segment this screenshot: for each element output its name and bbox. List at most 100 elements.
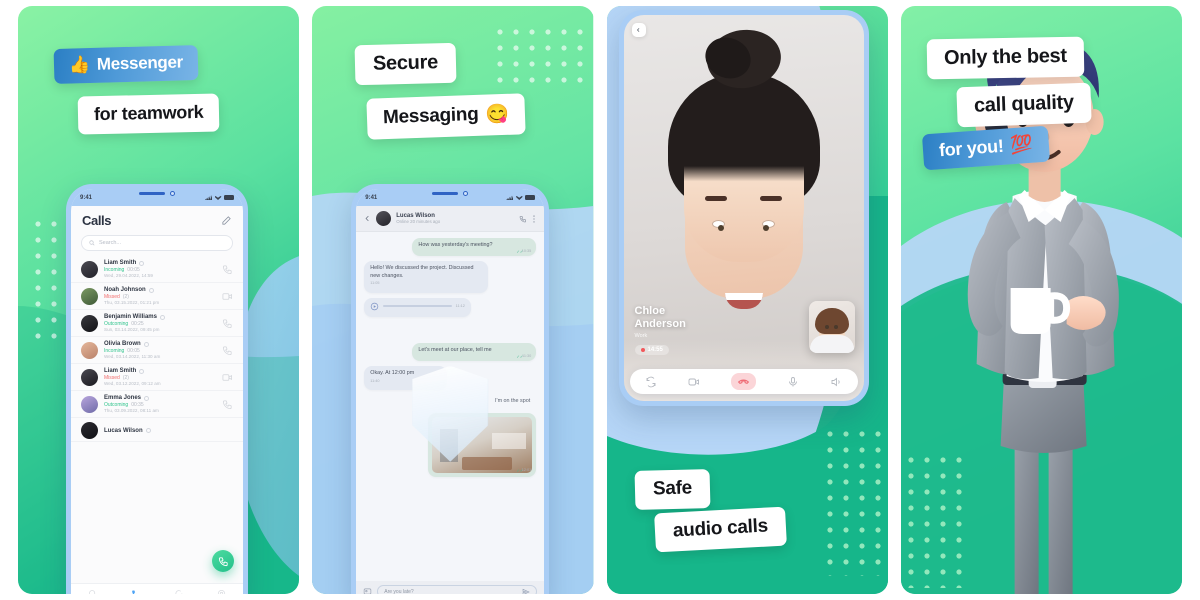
table-row[interactable]: Liam Smith Incoming 00:05 Wed, 29.04.202… bbox=[71, 256, 243, 283]
caller-label: Work bbox=[634, 333, 648, 339]
info-icon[interactable] bbox=[139, 368, 145, 374]
recording-dot-icon bbox=[640, 348, 645, 352]
new-call-button[interactable] bbox=[212, 550, 234, 572]
video-camera-icon[interactable] bbox=[688, 376, 700, 388]
search-input[interactable]: Search... bbox=[81, 235, 233, 251]
play-icon[interactable] bbox=[370, 302, 379, 311]
status-bar: 9:41 bbox=[71, 189, 243, 206]
message-time: 11:30 bbox=[522, 353, 532, 358]
phone-mockup-chat: 9:41 Lucas Wilson Online 20 minutes ago … bbox=[351, 184, 550, 595]
call-info: Noah Johnson Missed (2) Thu, 03.15.2022,… bbox=[104, 287, 216, 305]
contact-name: Emma Jones bbox=[104, 395, 216, 401]
table-row[interactable]: Emma Jones Outcoming 00:35 Thu, 03.09.20… bbox=[71, 391, 243, 418]
message-text: I'm on the spot bbox=[495, 398, 531, 405]
call-controls bbox=[629, 369, 858, 394]
video-icon[interactable] bbox=[222, 372, 233, 383]
chip-label: call quality bbox=[973, 91, 1074, 117]
info-icon[interactable] bbox=[148, 287, 154, 293]
chip-label: Safe bbox=[652, 477, 692, 500]
chat-contact: Lucas Wilson Online 20 minutes ago bbox=[396, 213, 514, 224]
table-row[interactable]: Liam Smith Missed (2) Wed, 03.12.2022, 0… bbox=[71, 364, 243, 391]
chats-tab-icon[interactable] bbox=[174, 589, 183, 595]
battery-icon bbox=[525, 195, 536, 200]
chip-label: audio calls bbox=[671, 515, 768, 542]
call-duration: 00:25 bbox=[131, 320, 144, 327]
caller-first-name: Chloe bbox=[634, 305, 666, 318]
call-date: Thu, 03.09.2022, 08:11 am bbox=[104, 408, 159, 413]
message-input[interactable]: Are you late? bbox=[377, 585, 538, 595]
avatar bbox=[81, 368, 98, 386]
call-meta: Missed (2) bbox=[104, 375, 216, 381]
pencil-icon[interactable] bbox=[221, 215, 232, 226]
info-icon[interactable] bbox=[144, 395, 150, 401]
search-tab-icon[interactable] bbox=[88, 589, 97, 595]
attachment-icon[interactable] bbox=[363, 587, 372, 594]
yum-face-icon: 😋 bbox=[485, 103, 510, 126]
calls-tab-icon[interactable] bbox=[131, 589, 140, 595]
voice-waveform bbox=[383, 305, 452, 308]
message-time: 11:05 bbox=[370, 281, 380, 286]
call-date: Thu, 03.15.2022, 01:21 pm bbox=[104, 300, 160, 305]
front-camera-icon bbox=[463, 191, 469, 196]
chip-secure: Secure bbox=[354, 42, 457, 86]
phone-icon[interactable] bbox=[519, 215, 527, 223]
chevron-left-icon[interactable] bbox=[364, 214, 371, 223]
call-direction: Outcoming bbox=[104, 401, 129, 408]
message-input-bar: Are you late? bbox=[356, 581, 545, 595]
notch bbox=[139, 191, 175, 196]
chat-messages: How was yesterday's meeting? ✓✓ 10:35 He… bbox=[356, 232, 545, 594]
phone-screen: 9:41 Calls Search... Liam Smith Incoming… bbox=[71, 189, 243, 594]
table-row[interactable]: Olivia Brown Incoming 00:05 Wed, 03.14.2… bbox=[71, 337, 243, 364]
call-date: Wed, 03.12.2022, 09:12 am bbox=[104, 381, 161, 386]
table-row[interactable]: Benjamin Williams Outcoming 00:25 Sun, 0… bbox=[71, 310, 243, 337]
call-direction: Missed bbox=[104, 293, 120, 300]
more-vertical-icon[interactable] bbox=[532, 214, 536, 224]
phone-icon[interactable] bbox=[222, 264, 233, 275]
info-icon[interactable] bbox=[145, 428, 151, 433]
phone-screen: 9:41 Lucas Wilson Online 20 minutes ago … bbox=[356, 189, 545, 595]
microphone-icon[interactable] bbox=[787, 376, 799, 388]
switch-camera-icon[interactable] bbox=[645, 376, 657, 388]
contact-name: Noah Johnson bbox=[104, 287, 216, 293]
chip-label: Messenger bbox=[96, 52, 184, 74]
status-time: 9:41 bbox=[80, 194, 93, 201]
settings-tab-icon[interactable] bbox=[217, 589, 226, 595]
status-indicators bbox=[205, 195, 234, 200]
call-meta: Missed (2) bbox=[104, 294, 216, 300]
phone-icon[interactable] bbox=[222, 345, 233, 356]
call-meta: Outcoming 00:25 bbox=[104, 321, 216, 327]
speaker-icon[interactable] bbox=[830, 376, 842, 388]
info-icon[interactable] bbox=[159, 314, 165, 320]
search-icon bbox=[89, 240, 95, 246]
chip-label: Only the best bbox=[943, 44, 1067, 70]
contact-status: Online 20 minutes ago bbox=[396, 219, 441, 224]
call-date: Wed, 03.14.2022, 11:30 am bbox=[104, 354, 161, 359]
new-call-icon bbox=[218, 556, 228, 566]
calls-header: Calls bbox=[71, 206, 243, 232]
phone-mockup-calls: 9:41 Calls Search... Liam Smith Incoming… bbox=[66, 184, 248, 594]
call-duration: 14:55 bbox=[647, 347, 663, 353]
phone-icon[interactable] bbox=[222, 318, 233, 329]
chevron-left-icon bbox=[637, 28, 640, 32]
call-meta: Incoming 00:05 bbox=[104, 267, 216, 273]
video-call-screen: Chloe Anderson Work 14:55 bbox=[623, 15, 864, 401]
back-button[interactable] bbox=[631, 23, 646, 37]
phone-icon[interactable] bbox=[222, 399, 233, 410]
app-store-screenshot-gallery: 👍 Messenger for teamwork 9:41 Calls Sear… bbox=[0, 0, 1200, 600]
avatar bbox=[81, 287, 98, 305]
chip-label: for teamwork bbox=[93, 101, 204, 125]
chip-messenger: 👍 Messenger bbox=[53, 44, 199, 85]
self-video-preview[interactable] bbox=[808, 301, 855, 353]
info-icon[interactable] bbox=[139, 260, 145, 266]
video-icon[interactable] bbox=[222, 291, 233, 302]
table-row[interactable]: Noah Johnson Missed (2) Thu, 03.15.2022,… bbox=[71, 283, 243, 310]
call-count: (2) bbox=[122, 374, 129, 381]
table-row[interactable]: Lucas Wilson bbox=[71, 418, 243, 442]
send-icon[interactable] bbox=[522, 588, 530, 595]
wifi-icon bbox=[515, 196, 523, 200]
call-direction: Incoming bbox=[104, 266, 125, 273]
info-icon[interactable] bbox=[143, 341, 149, 347]
voice-message-bubble[interactable]: 11:12 bbox=[364, 297, 471, 317]
chip-label: Messaging bbox=[382, 103, 480, 129]
hang-up-button[interactable] bbox=[731, 373, 756, 390]
